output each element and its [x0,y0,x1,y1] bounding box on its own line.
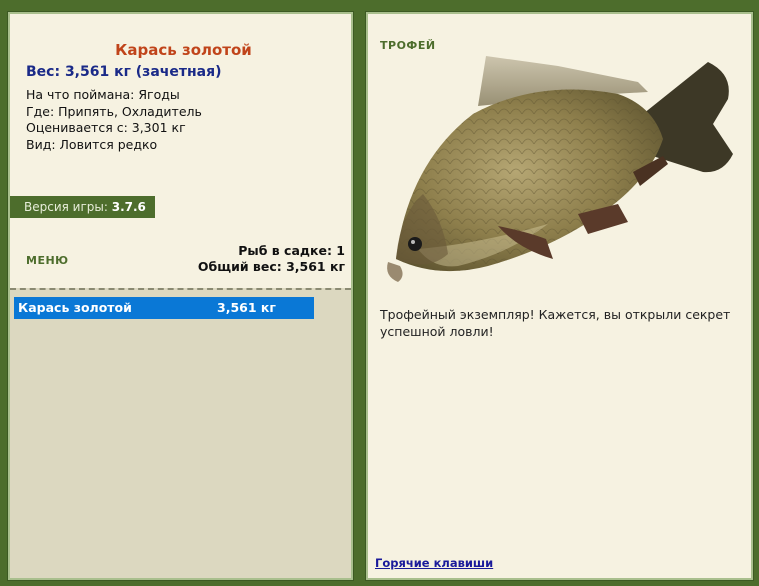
fish-title: Карась золотой [115,41,252,59]
fish-list-item-weight: 3,561 кг [217,300,276,315]
keepnet-fish-count: Рыб в садке: 1 [238,243,345,258]
fish-details: На что поймана: Ягоды Где: Припять, Охла… [26,87,202,153]
keepnet-stats: Рыб в садке: 1 Общий вес: 3,561 кг [198,243,345,275]
catch-info-panel: Карась золотой Вес: 3,561 кг (зачетная) … [7,11,354,581]
hotkeys-link[interactable]: Горячие клавиши [375,556,493,570]
version-value: 3.7.6 [111,200,146,214]
valued-from-info: Оценивается с: 3,301 кг [26,120,186,135]
fish-image [387,56,733,282]
keepnet-total-weight: Общий вес: 3,561 кг [197,259,345,274]
version-label: Версия игры: [24,200,108,214]
rarity-info: Вид: Ловится редко [26,136,158,152]
bait-info: На что поймана: Ягоды [26,87,180,102]
fish-list-item-name: Карась золотой [18,300,132,315]
fish-list-item[interactable]: Карась золотой 3,561 кг [14,297,314,319]
trophy-panel: ТРОФЕЙ Трофейный экземпляр! Кажется, вы … [365,11,754,581]
menu-button[interactable]: МЕНЮ [26,254,69,267]
version-bar: Версия игры: 3.7.6 [10,196,155,218]
fish-weight: Вес: 3,561 кг (зачетная) [26,64,222,80]
fish-list: Карась золотой 3,561 кг [10,288,351,578]
trophy-message: Трофейный экземпляр! Кажется, вы открыли… [380,307,731,339]
trophy-label: ТРОФЕЙ [380,39,436,52]
location-info: Где: Припять, Охладитель [26,103,202,119]
